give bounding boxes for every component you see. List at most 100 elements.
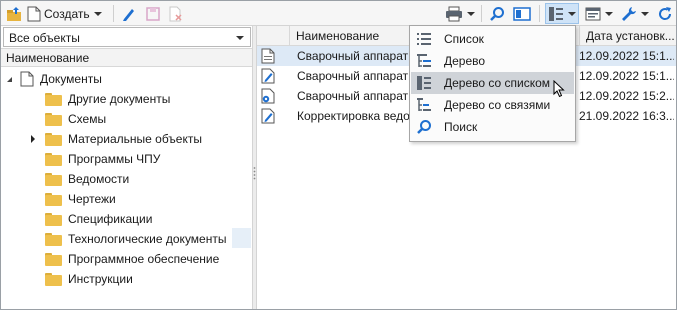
- edit-icon[interactable]: [119, 3, 139, 24]
- toolbar-divider: [113, 5, 114, 22]
- tree-item-label: Материальные объекты: [68, 132, 202, 146]
- row-date: 12.09.2022 15:1...: [579, 69, 674, 83]
- tree-view-icon: [417, 54, 431, 67]
- menu-item-tree-with-list[interactable]: Дерево со списком: [411, 72, 574, 94]
- tree-item-drawings[interactable]: Чертежи: [45, 189, 116, 209]
- tree-column-header-label: Наименование: [6, 51, 90, 65]
- folder-icon: [45, 172, 62, 186]
- chevron-down-icon[interactable]: [236, 36, 244, 40]
- tree-list-view-icon: [549, 6, 563, 21]
- folder-icon: [45, 92, 62, 106]
- delete-document-icon[interactable]: [166, 3, 186, 24]
- column-header-label: Наименование: [296, 29, 380, 43]
- toolbar-divider: [481, 5, 482, 22]
- settings-button[interactable]: [619, 3, 651, 24]
- menu-item-search[interactable]: Поиск: [411, 116, 574, 138]
- tree-item-label: Инструкции: [68, 272, 133, 286]
- list-view-icon: [417, 33, 431, 45]
- row-name: Корректировка ведо: [297, 109, 409, 123]
- gear-document-icon: [261, 88, 275, 104]
- menu-item-label: Поиск: [444, 120, 478, 134]
- row-name: Сварочный аппарат: [297, 89, 409, 103]
- tree-item-label: Схемы: [68, 112, 107, 126]
- tree-item-label: Чертежи: [68, 192, 116, 206]
- tree-item-specifications[interactable]: Спецификации: [45, 209, 152, 229]
- chevron-down-icon: [93, 11, 102, 16]
- tree-item-other-documents[interactable]: Другие документы: [45, 89, 170, 109]
- upload-icon[interactable]: [4, 3, 24, 24]
- wrench-icon: [622, 6, 636, 21]
- create-button-label: Создать: [44, 6, 90, 21]
- chevron-down-icon: [605, 11, 613, 16]
- column-header-install-date[interactable]: Дата установк...: [579, 26, 676, 46]
- object-filter-select[interactable]: Все объекты: [3, 27, 251, 47]
- menu-item-label: Дерево: [444, 54, 486, 68]
- folder-icon: [45, 252, 62, 266]
- view-mode-button[interactable]: [545, 3, 579, 24]
- tree-item-label: Программное обеспечение: [68, 252, 220, 266]
- menu-item-label: Список: [444, 32, 484, 46]
- menu-item-label: Дерево со списком: [444, 76, 551, 90]
- tree-item-schemes[interactable]: Схемы: [45, 109, 106, 129]
- search-icon[interactable]: [487, 3, 507, 24]
- tree-item-documents[interactable]: Документы: [7, 69, 102, 89]
- tree-item-software[interactable]: Программное обеспечение: [45, 249, 219, 269]
- chevron-down-icon: [467, 11, 475, 16]
- selection-highlight: [232, 228, 251, 248]
- row-date: 21.09.2022 16:3...: [579, 109, 674, 123]
- tree-item-label: Ведомости: [68, 172, 130, 186]
- toolbar-divider: [539, 5, 540, 22]
- save-icon[interactable]: [143, 3, 163, 24]
- edit-document-icon: [261, 108, 275, 124]
- tree-item-technological-documents[interactable]: Технологические документы: [45, 229, 226, 249]
- tree-links-view-icon: [417, 98, 431, 111]
- print-button[interactable]: [444, 3, 476, 24]
- tree-item-label: Другие документы: [68, 92, 171, 106]
- new-document-icon: [27, 6, 41, 21]
- preview-panel-icon[interactable]: [511, 3, 533, 24]
- edit-document-icon: [261, 68, 275, 84]
- layout-button[interactable]: [583, 3, 615, 24]
- row-name: Сварочный аппарат: [297, 69, 409, 83]
- navigation-panel: Все объекты Наименование Документы Други…: [1, 26, 252, 309]
- toolbar: Создать: [1, 1, 676, 26]
- tree-item-material-objects[interactable]: Материальные объекты: [31, 129, 202, 149]
- menu-item-tree-with-links[interactable]: Дерево со связями: [411, 94, 574, 116]
- collapse-icon[interactable]: [7, 76, 12, 82]
- tree-item-label: Программы ЧПУ: [68, 152, 161, 166]
- row-date: 12.09.2022 15:2...: [579, 89, 674, 103]
- view-mode-menu: Список Дерево Дерево со списком Дерево с…: [409, 25, 576, 142]
- tree-item-statements[interactable]: Ведомости: [45, 169, 129, 189]
- tree-list-view-icon: [417, 76, 431, 90]
- folder-icon: [45, 152, 62, 166]
- folder-icon: [45, 192, 62, 206]
- refresh-icon[interactable]: [655, 3, 675, 24]
- tree-column-header[interactable]: Наименование: [1, 48, 252, 67]
- menu-item-tree[interactable]: Дерево: [411, 50, 574, 72]
- folder-icon: [45, 272, 62, 286]
- chevron-down-icon: [568, 11, 576, 16]
- folder-icon: [45, 112, 62, 126]
- document-icon: [261, 48, 275, 64]
- expand-icon[interactable]: [31, 135, 35, 143]
- splitter-grip-icon: [253, 167, 256, 180]
- printer-icon: [446, 6, 462, 21]
- menu-item-label: Дерево со связями: [444, 98, 551, 112]
- tree-item-cnc-programs[interactable]: Программы ЧПУ: [45, 149, 160, 169]
- mouse-cursor-icon: [553, 80, 565, 98]
- create-button[interactable]: Создать: [27, 3, 107, 24]
- tree-item-instructions[interactable]: Инструкции: [45, 269, 133, 289]
- document-icon: [20, 71, 34, 87]
- row-name: Сварочный аппарат: [297, 49, 409, 63]
- tree-item-label: Спецификации: [68, 212, 153, 226]
- chevron-down-icon: [641, 11, 649, 16]
- folder-icon: [45, 232, 62, 246]
- tree-item-label: Технологические документы: [68, 232, 227, 246]
- folder-icon: [45, 132, 62, 146]
- object-filter-value: Все объекты: [9, 31, 80, 45]
- folder-icon: [45, 212, 62, 226]
- tree-item-label: Документы: [40, 72, 102, 86]
- menu-item-list[interactable]: Список: [411, 28, 574, 50]
- column-header-label: Дата установк...: [586, 29, 675, 43]
- row-date: 12.09.2022 15:1...: [579, 49, 674, 63]
